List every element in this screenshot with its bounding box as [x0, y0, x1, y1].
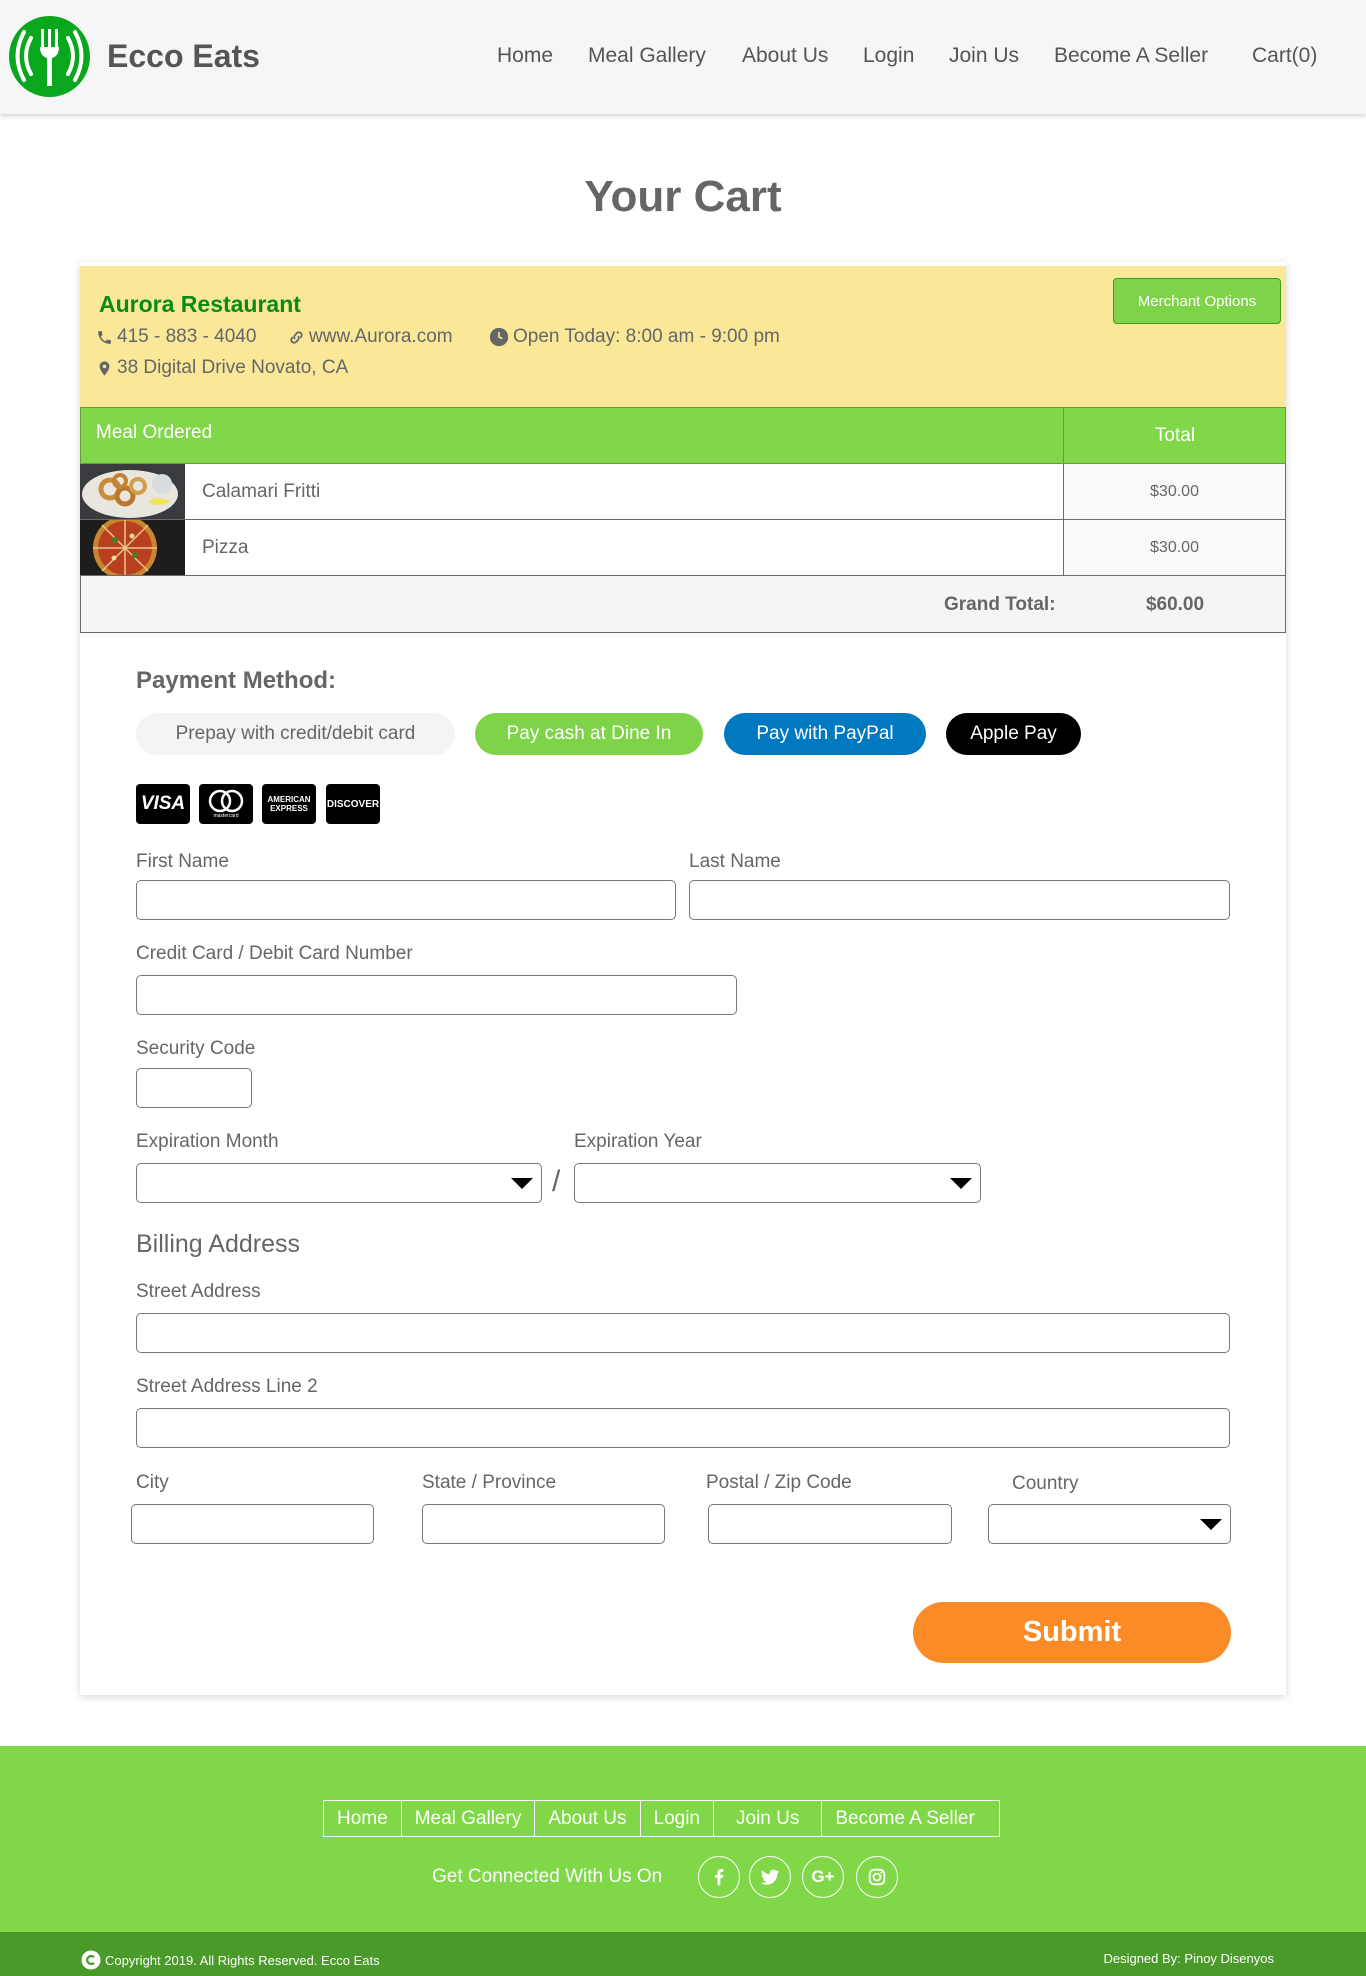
grand-total-value: $60.00 [1145, 594, 1205, 615]
footer-nav-meal-gallery[interactable]: Meal Gallery [402, 1801, 536, 1836]
billing-address-title: Billing Address [136, 1230, 300, 1258]
expiration-separator: / [552, 1165, 561, 1198]
site-footer [0, 1746, 1366, 1932]
nav-about-us[interactable]: About Us [742, 44, 828, 68]
prepay-card-button[interactable]: Prepay with credit/debit card [136, 713, 455, 755]
submit-button[interactable]: Submit [913, 1602, 1231, 1663]
restaurant-name: Aurora Restaurant [99, 291, 301, 317]
pizza-thumbnail [80, 520, 185, 575]
address-text: 38 Digital Drive Novato, CA [117, 357, 349, 378]
grand-total-label: Grand Total: [944, 594, 1056, 615]
postal-code-label: Postal / Zip Code [706, 1472, 852, 1493]
payment-method-title: Payment Method: [136, 667, 337, 694]
expiration-month-select[interactable] [136, 1163, 542, 1203]
meal-price: $30.00 [1150, 539, 1199, 556]
column-meal-ordered: Meal Ordered [96, 422, 213, 443]
visa-icon: VISA [136, 784, 190, 824]
meal-name: Pizza [202, 537, 249, 558]
amex-icon: AMERICAN EXPRESS [262, 784, 316, 824]
country-select[interactable] [988, 1504, 1231, 1544]
mastercard-label: mastercard [213, 813, 239, 819]
street-address-2-field[interactable] [136, 1408, 1230, 1448]
street-address-field[interactable] [136, 1313, 1230, 1353]
column-divider [1063, 407, 1064, 464]
copyright-text: Copyright 2019. All Rights Reserved. Ecc… [105, 1952, 380, 1968]
website-link[interactable]: www.Aurora.com [309, 326, 453, 348]
first-name-label: First Name [136, 851, 229, 872]
nav-home[interactable]: Home [497, 44, 553, 68]
card-number-label: Credit Card / Debit Card Number [136, 943, 413, 964]
last-name-field[interactable] [689, 880, 1230, 920]
footer-nav-become-a-seller[interactable]: Become A Seller [822, 1801, 998, 1836]
state-label: State / Province [422, 1472, 557, 1493]
security-code-field[interactable] [136, 1068, 252, 1108]
nav-join-us[interactable]: Join Us [949, 44, 1019, 68]
column-total: Total [1154, 425, 1196, 446]
pay-cash-button[interactable]: Pay cash at Dine In [475, 713, 703, 755]
nav-login[interactable]: Login [863, 44, 914, 68]
street-address-2-label: Street Address Line 2 [136, 1376, 318, 1397]
facebook-icon[interactable] [698, 1856, 740, 1898]
meal-price: $30.00 [1150, 483, 1199, 500]
paypal-button[interactable]: Pay with PayPal [724, 713, 926, 755]
nav-cart[interactable]: Cart(0) [1252, 44, 1317, 68]
nav-meal-gallery[interactable]: Meal Gallery [588, 44, 706, 68]
apple-pay-button[interactable]: Apple Pay [946, 713, 1081, 755]
copyright: Copyright 2019. All Rights Reserved. Ecc… [81, 1950, 380, 1970]
dropdown-arrow-icon [950, 1178, 972, 1189]
hours-text: Open Today: 8:00 am - 9:00 pm [513, 326, 780, 347]
link-icon [290, 330, 303, 344]
nav-become-a-seller[interactable]: Become A Seller [1054, 44, 1208, 68]
last-name-label: Last Name [689, 851, 781, 872]
footer-nav-home[interactable]: Home [324, 1801, 402, 1836]
instagram-icon[interactable] [856, 1856, 898, 1898]
merchant-options-button[interactable]: Merchant Options [1113, 278, 1281, 324]
restaurant-hours: Open Today: 8:00 am - 9:00 pm [489, 326, 780, 348]
card-number-field[interactable] [136, 975, 737, 1015]
discover-icon: DISCOVER [326, 784, 380, 824]
designed-by: Designed By: Pinoy Disenyos [1103, 1951, 1274, 1966]
state-field[interactable] [422, 1504, 665, 1544]
fork-logo-icon[interactable] [9, 16, 90, 97]
postal-code-field[interactable] [708, 1504, 952, 1544]
restaurant-website[interactable]: www.Aurora.com [288, 326, 453, 348]
expiration-year-select[interactable] [574, 1163, 981, 1203]
security-code-label: Security Code [136, 1038, 256, 1059]
expiration-month-label: Expiration Month [136, 1131, 279, 1152]
footer-nav-about-us[interactable]: About Us [535, 1801, 641, 1836]
country-label: Country [1012, 1473, 1079, 1494]
first-name-field[interactable] [136, 880, 676, 920]
footer-nav-join-us[interactable]: Join Us [714, 1801, 823, 1836]
calamari-thumbnail [80, 464, 185, 519]
restaurant-address: 38 Digital Drive Novato, CA [96, 357, 348, 379]
footer-nav: Home Meal Gallery About Us Login Join Us… [323, 1800, 1000, 1837]
clock-icon [489, 327, 509, 347]
expiration-year-label: Expiration Year [574, 1131, 702, 1152]
page-title: Your Cart [584, 172, 782, 221]
copyright-icon [81, 1950, 101, 1970]
brand-name[interactable]: Ecco Eats [107, 38, 260, 75]
dropdown-arrow-icon [1200, 1519, 1222, 1530]
restaurant-phone: 415 - 883 - 4040 [96, 326, 256, 348]
phone-icon [98, 330, 111, 344]
social-heading: Get Connected With Us On [432, 1866, 663, 1887]
street-address-label: Street Address [136, 1281, 261, 1302]
twitter-icon[interactable] [749, 1856, 791, 1898]
phone-number: 415 - 883 - 4040 [117, 326, 257, 347]
city-label: City [136, 1472, 169, 1493]
mastercard-icon: mastercard [199, 784, 253, 824]
dropdown-arrow-icon [511, 1178, 533, 1189]
city-field[interactable] [131, 1504, 374, 1544]
map-marker-icon [99, 360, 110, 376]
footer-nav-login[interactable]: Login [641, 1801, 714, 1836]
google-plus-icon[interactable]: G+ [802, 1856, 844, 1898]
meal-name: Calamari Fritti [202, 481, 321, 502]
